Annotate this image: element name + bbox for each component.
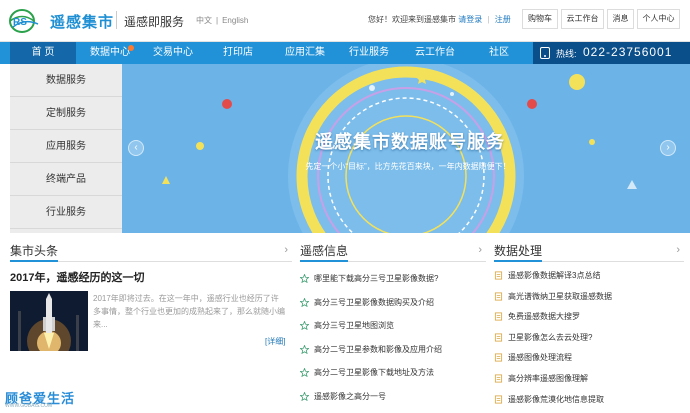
list-item-label: 高光谱微纳卫星获取遥感数据	[508, 291, 612, 301]
star-icon	[300, 321, 309, 330]
nav-home[interactable]: 首 页	[10, 42, 76, 64]
sidebar-item-terminal-products[interactable]: 终端产品	[10, 163, 122, 196]
hot-badge-icon	[128, 45, 134, 51]
phone-icon	[540, 47, 550, 59]
top-bar: RS 遥感集市 遥感即服务 中文 | English 您好！欢迎来到遥感集市 请登录…	[0, 0, 690, 42]
sidebar-item-custom-services[interactable]: 定制服务	[10, 97, 122, 130]
document-icon	[494, 374, 503, 383]
nav-print-shop[interactable]: 打印店	[212, 42, 264, 64]
hotline-number: 022-23756001	[583, 45, 673, 59]
list-item-label: 高分二号卫星参数和影像及应用介绍	[314, 344, 442, 354]
info-section-title: 遥感信息	[300, 244, 349, 258]
processing-more-arrow-icon[interactable]: ›	[676, 244, 680, 256]
news-section-title: 集市头条	[10, 244, 59, 258]
banner-subtitle: 先定一个小“目标”，比方先花百来块，一年内数据随便下！	[305, 162, 511, 171]
banner-next-arrow-icon[interactable]: ›	[660, 140, 676, 156]
banner-title: 遥感集市数据账号服务	[315, 132, 505, 152]
cloud-workbench-button[interactable]: 云工作台	[561, 9, 604, 29]
lang-chinese[interactable]: 中文	[196, 16, 212, 25]
sidebar-item-data-services[interactable]: 数据服务	[10, 64, 122, 97]
nav-data-center-label: 数据中心	[90, 47, 130, 58]
nav-applications[interactable]: 应用汇集	[276, 42, 334, 64]
hotline-label: 热线:	[556, 49, 577, 59]
list-item-label: 高分二号卫星影像下载地址及方法	[314, 368, 434, 377]
document-icon	[494, 292, 503, 301]
processing-section-title: 数据处理	[494, 244, 543, 258]
info-title-underline	[300, 260, 348, 262]
document-icon	[494, 395, 503, 404]
list-item-label: 高分三号卫星地图浏览	[314, 321, 394, 330]
banner-prev-arrow-icon[interactable]: ‹	[128, 140, 144, 156]
sidebar-item-application-services[interactable]: 应用服务	[10, 130, 122, 163]
list-item-label: 免费遥感数据大搜罗	[508, 312, 580, 322]
list-item-label: 遥感影像荒漠化地信息提取	[508, 394, 604, 404]
welcome-bar: 您好！欢迎来到遥感集市 请登录 | 注册	[368, 14, 511, 25]
document-icon	[494, 333, 503, 342]
news-detail-link[interactable]: [详细]	[265, 336, 285, 347]
logo-text: 遥感集市	[50, 14, 115, 31]
nav-cloud-workbench[interactable]: 云工作台	[406, 42, 464, 64]
category-sidebar: 数据服务 定制服务 应用服务 终端产品 行业服务	[10, 64, 122, 233]
header-divider	[116, 11, 117, 29]
language-switch: 中文 | English	[196, 15, 252, 26]
news-more-arrow-icon[interactable]: ›	[284, 244, 288, 256]
user-center-button[interactable]: 个人中心	[637, 9, 680, 29]
news-headline[interactable]: 2017年，遥感经历的这一切	[10, 269, 144, 285]
list-item-label: 遥感影像之高分一号	[314, 391, 386, 401]
sidebar-item-industry-services[interactable]: 行业服务	[10, 196, 122, 229]
nav-trade-center[interactable]: 交易中心	[144, 42, 202, 64]
lang-english[interactable]: English	[222, 16, 248, 25]
watermark-url: WWW.GUBAIS.COM	[5, 403, 53, 409]
info-section-header: 遥感信息 ›	[300, 240, 486, 262]
login-link[interactable]: 请登录	[458, 15, 482, 24]
document-icon	[494, 353, 503, 362]
info-more-arrow-icon[interactable]: ›	[478, 244, 482, 256]
news-section-header: 集市头条 ›	[10, 240, 292, 262]
promo-banner[interactable]: 遥感集市数据账号服务 先定一个小“目标”，比方先花百来块，一年内数据随便下！	[122, 64, 690, 233]
lang-separator: |	[216, 16, 219, 25]
list-item-label: 高分辨率遥感图像理解	[508, 374, 588, 383]
news-summary: 2017年即将过去。在这一年中，遥感行业也经历了许多事情，整个行业也更加的成熟起…	[93, 294, 285, 329]
star-icon	[300, 274, 309, 283]
welcome-text: 您好！欢迎来到遥感集市	[368, 15, 456, 24]
star-icon	[300, 297, 309, 307]
star-icon	[300, 368, 309, 377]
news-title-underline	[10, 260, 58, 262]
login-separator: |	[487, 15, 490, 24]
svg-text:RS: RS	[13, 17, 27, 28]
list-item-label: 哪里能下载高分三号卫星影像数据?	[314, 274, 439, 283]
list-item-label: 卫星影像怎么去云处理?	[508, 332, 593, 342]
nav-community[interactable]: 社区	[478, 42, 520, 64]
list-item-label: 高分三号卫星影像数据购买及介绍	[314, 297, 434, 307]
nav-data-center[interactable]: 数据中心	[80, 42, 140, 64]
nav-industry-services[interactable]: 行业服务	[340, 42, 398, 64]
document-icon	[494, 271, 503, 280]
messages-button[interactable]: 消息	[607, 9, 634, 29]
hotline-box: 热线: 022-23756001	[533, 42, 690, 64]
watermark: 顾爸爱生活 WWW.GUBAIS.COM	[5, 388, 85, 410]
list-item-label: 遥感影像数据解译3点总结	[508, 271, 601, 280]
rocket-launch-image	[10, 291, 88, 351]
news-thumbnail-rocket[interactable]	[10, 291, 88, 351]
cart-button[interactable]: 购物车	[522, 9, 558, 29]
star-icon	[300, 391, 309, 401]
register-link[interactable]: 注册	[495, 15, 511, 24]
star-icon	[300, 344, 309, 354]
logo-globe-icon: RS	[9, 9, 39, 33]
page-root: RS 遥感集市 遥感即服务 中文 | English 您好！欢迎来到遥感集市 请登录…	[0, 0, 690, 413]
processing-section-header: 数据处理 ›	[494, 240, 684, 262]
list-item-label: 遥感图像处理流程	[508, 353, 572, 363]
site-tagline: 遥感即服务	[124, 15, 185, 29]
processing-title-underline	[494, 260, 542, 262]
document-icon	[494, 312, 503, 321]
site-logo[interactable]: RS 遥感集市	[8, 8, 114, 34]
